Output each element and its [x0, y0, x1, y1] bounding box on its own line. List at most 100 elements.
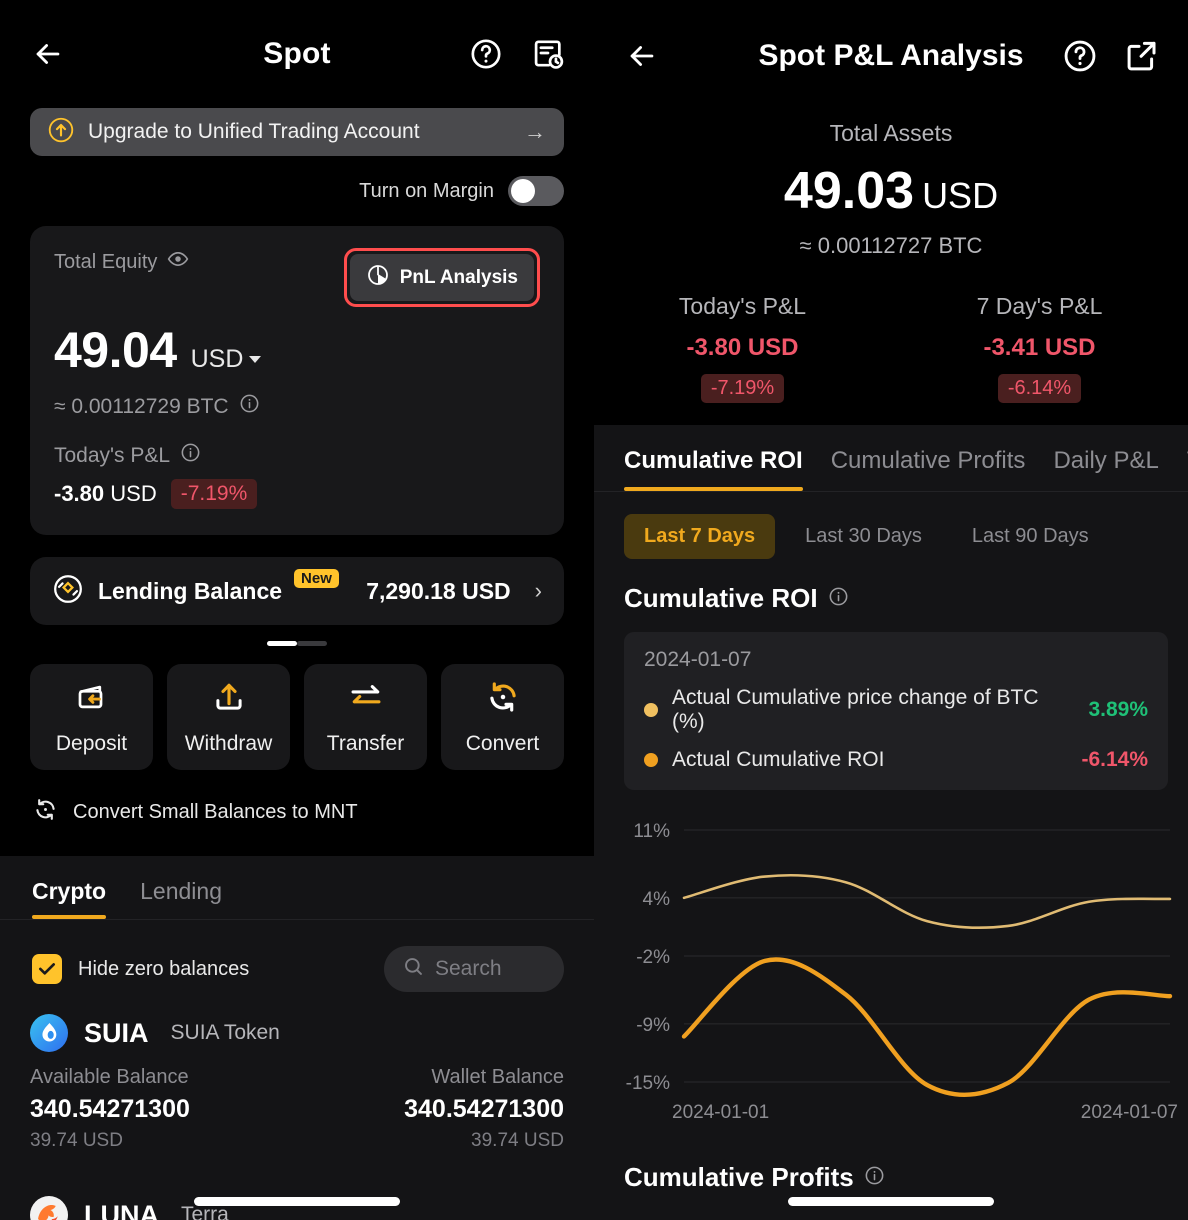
available-balance-label: Available Balance — [30, 1066, 189, 1088]
cumulative-profits-section-title-row: Cumulative Profits — [594, 1134, 1188, 1193]
upgrade-banner-label: Upgrade to Unified Trading Account — [88, 120, 420, 143]
assets-summary: Total Assets 49.03 USD ≈ 0.00112727 BTC T… — [594, 112, 1188, 403]
tooltip-series-name: Actual Cumulative price change of BTC (%… — [672, 686, 1039, 733]
app-stage: Spot Upgrade to Unified Trading Account … — [0, 0, 1188, 1220]
external-link-icon[interactable] — [1122, 36, 1162, 76]
order-history-icon[interactable] — [528, 34, 568, 74]
total-equity-label: Total Equity — [54, 250, 158, 273]
wallet-balance-amount: 340.54271300 — [404, 1095, 564, 1123]
info-icon[interactable] — [180, 442, 201, 469]
tab-cumulative-roi[interactable]: Cumulative ROI — [624, 447, 803, 491]
legend-dot-icon — [644, 703, 658, 717]
margin-toggle-label: Turn on Margin — [359, 179, 494, 202]
seven-day-pnl-percent-badge: -6.14% — [997, 374, 1082, 403]
pill-last-7-days[interactable]: Last 7 Days — [624, 514, 776, 559]
spot-panel: Spot Upgrade to Unified Trading Account … — [0, 0, 594, 1220]
search-placeholder: Search — [435, 957, 502, 980]
tooltip-row: Actual Cumulative ROI -6.14% — [644, 748, 1148, 772]
total-assets-label: Total Assets — [829, 120, 953, 146]
back-button[interactable] — [620, 34, 664, 78]
pnl-analysis-button[interactable]: PnL Analysis — [349, 254, 534, 301]
checkbox-checked-icon — [32, 954, 62, 984]
equity-currency-selector[interactable]: USD — [191, 345, 262, 374]
convert-small-icon — [32, 796, 59, 828]
chart-series-line — [682, 873, 1172, 930]
seven-day-pnl-label: 7 Day's P&L — [976, 293, 1103, 319]
cumulative-profits-section-title: Cumulative Profits — [624, 1162, 854, 1192]
y-axis-tick-label: -2% — [636, 947, 670, 968]
today-pnl-label: Today's P&L — [678, 293, 807, 319]
y-axis-tick-label: 11% — [633, 821, 670, 842]
coin-balances: Available Balance 340.54271300 39.74 USD… — [30, 1066, 564, 1152]
coin-symbol: LUNA — [84, 1199, 159, 1220]
pnl-analysis-panel: Spot P&L Analysis Total Assets 49.03 USD … — [594, 0, 1188, 1220]
deposit-label: Deposit — [55, 731, 128, 755]
today-pnl-percent-badge: -7.19% — [700, 374, 785, 403]
header-actions — [1060, 36, 1162, 76]
toggle-knob — [511, 179, 535, 203]
tooltip-series-value: -6.14% — [1081, 748, 1148, 771]
luna-coin-icon — [30, 1196, 68, 1220]
y-axis-tick-label: -15% — [626, 1073, 670, 1094]
deposit-button[interactable]: Deposit — [30, 664, 153, 770]
withdraw-button[interactable]: Withdraw — [167, 664, 290, 770]
convert-refresh-icon — [485, 679, 521, 720]
equity-amount: 49.04 — [54, 322, 177, 378]
coin-name: SUIA Token — [170, 1021, 280, 1044]
tab-lending[interactable]: Lending — [140, 878, 222, 919]
transfer-button[interactable]: Transfer — [304, 664, 427, 770]
tab-crypto[interactable]: Crypto — [32, 878, 107, 919]
equity-btc-equivalent: ≈ 0.00112729 BTC — [54, 394, 229, 418]
pnl-analysis-label: PnL Analysis — [399, 266, 518, 288]
convert-button[interactable]: Convert — [441, 664, 564, 770]
header-actions — [466, 34, 568, 74]
help-circle-icon[interactable] — [466, 34, 506, 74]
chart-tooltip: 2024-01-07 Actual Cumulative price chang… — [624, 632, 1168, 790]
help-circle-icon[interactable] — [1060, 36, 1100, 76]
pill-last-30-days[interactable]: Last 30 Days — [785, 514, 942, 559]
equity-amount-row: 49.04 USD — [54, 321, 540, 379]
transfer-label: Transfer — [326, 731, 405, 755]
tab-cumulative-profits[interactable]: Cumulative Profits — [831, 447, 1026, 491]
today-pnl-currency: USD — [110, 481, 157, 506]
back-button[interactable] — [26, 32, 70, 76]
lending-balance-label: Lending Balance — [98, 577, 283, 604]
eye-icon[interactable] — [167, 248, 189, 276]
list-item[interactable]: SUIA SUIA Token Available Balance 340.54… — [0, 992, 594, 1152]
tooltip-series-value: 3.89% — [1088, 698, 1148, 721]
today-pnl-label-row: Today's P&L — [54, 442, 540, 469]
lending-balance-row[interactable]: Lending Balance New 7,290.18 USD › — [30, 557, 564, 625]
hide-zero-balances-checkbox[interactable]: Hide zero balances — [32, 954, 249, 984]
lending-balance-value: 7,290.18 USD — [366, 577, 511, 604]
wallet-balance-label: Wallet Balance — [431, 1066, 564, 1088]
total-assets-btc: ≈ 0.00112727 BTC — [799, 233, 983, 258]
cumulative-roi-section-title-row: Cumulative ROI — [594, 559, 1188, 614]
today-pnl-percent-badge: -7.19% — [170, 479, 258, 509]
search-icon — [402, 955, 425, 983]
total-assets-amount-row: 49.03 USD — [594, 161, 1188, 221]
wallet-balance-usd: 39.74 USD — [471, 1130, 564, 1151]
today-pnl-value: -3.80 — [54, 481, 105, 506]
today-pnl-value-row: -3.80 USD -7.19% — [54, 479, 540, 509]
cumulative-roi-chart[interactable]: 11% 4% -2% -9% -15% 2024-01-01 2024-01-07 — [594, 804, 1188, 1134]
convert-small-balances-link[interactable]: Convert Small Balances to MNT — [0, 770, 594, 828]
coin-header: SUIA SUIA Token — [30, 1014, 564, 1052]
lending-icon — [52, 573, 84, 610]
info-icon[interactable] — [864, 1162, 885, 1193]
equity-btc-equivalent-row: ≈ 0.00112729 BTC — [54, 393, 540, 420]
margin-toggle-switch[interactable] — [508, 176, 564, 206]
tooltip-series-name: Actual Cumulative ROI — [672, 748, 885, 771]
upgrade-banner[interactable]: Upgrade to Unified Trading Account → — [30, 108, 564, 156]
info-icon[interactable] — [239, 393, 260, 420]
home-indicator — [788, 1197, 994, 1206]
list-item[interactable]: LUNA Terra Available Balance Wallet Bala… — [0, 1152, 594, 1220]
chevron-down-icon — [249, 356, 262, 363]
pill-last-90-days[interactable]: Last 90 Days — [952, 514, 1109, 559]
search-input[interactable]: Search — [384, 946, 564, 992]
available-balance-usd: 39.74 USD — [30, 1130, 123, 1151]
info-icon[interactable] — [828, 583, 849, 614]
tooltip-date: 2024-01-07 — [644, 648, 752, 671]
legend-dot-icon — [644, 753, 658, 767]
holdings-tabs: Crypto Lending — [0, 856, 594, 919]
tab-daily-pnl[interactable]: Daily P&L — [1053, 447, 1158, 491]
